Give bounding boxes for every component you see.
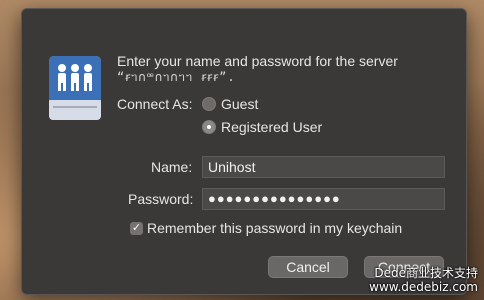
name-field[interactable]: Unihost	[202, 156, 445, 178]
guest-label[interactable]: Guest	[221, 96, 258, 112]
password-field[interactable]: ●●●●●●●●●●●●●●●	[202, 188, 445, 210]
name-label: Name:	[151, 159, 193, 175]
server-users-icon	[49, 56, 101, 120]
watermark-line-1: Dede商业技术支持	[374, 266, 478, 280]
guest-radio[interactable]	[202, 97, 216, 111]
checkmark-icon: ✓	[131, 222, 142, 234]
dialog-message: Enter your name and password for the ser…	[117, 53, 398, 69]
cancel-button[interactable]: Cancel	[268, 256, 348, 278]
registered-user-radio[interactable]	[202, 120, 216, 134]
watermark: Dede商业技术支持 www.dedebiz.com	[369, 266, 478, 294]
registered-user-label[interactable]: Registered User	[221, 119, 322, 135]
password-label: Password:	[128, 191, 194, 207]
watermark-line-2: www.dedebiz.com	[369, 280, 478, 294]
connect-to-server-dialog: Enter your name and password for the ser…	[21, 8, 467, 295]
remember-password-label[interactable]: Remember this password in my keychain	[147, 220, 402, 236]
remember-password-checkbox[interactable]: ✓	[130, 222, 143, 235]
connect-as-label: Connect As:	[117, 96, 193, 112]
server-name: “ꞧᥐ∩ꟹ∩ᥐ∩ᥐᥐ ꞧꞧꞧ”.	[117, 70, 236, 84]
